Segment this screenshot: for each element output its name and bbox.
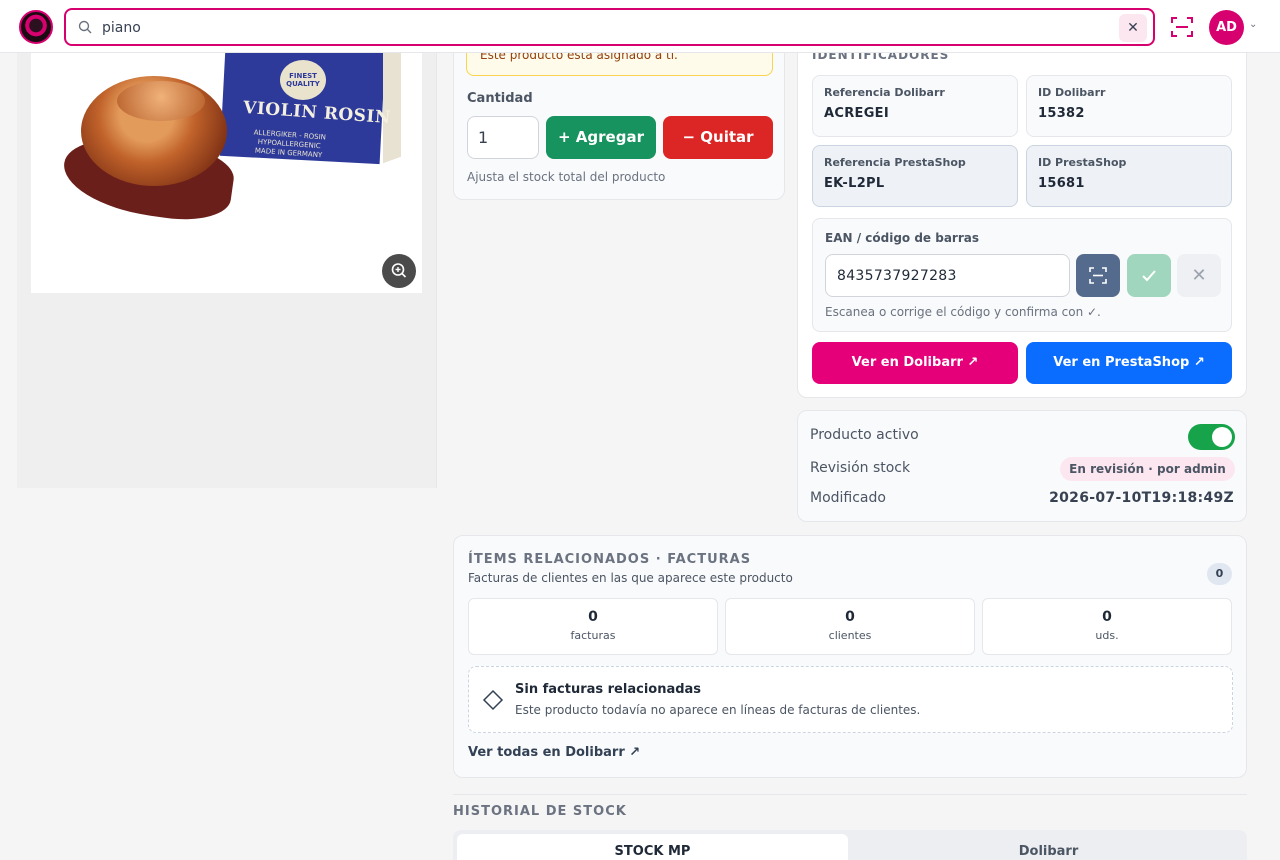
barcode-scan-icon bbox=[1089, 267, 1107, 284]
field-value: 15681 bbox=[1038, 176, 1085, 191]
identifiers-card: IDENTIFICADORES Referencia Dolibarr ACRE… bbox=[797, 20, 1247, 398]
review-status-badge: En revisión · por admin bbox=[1060, 457, 1235, 481]
divider bbox=[453, 794, 1247, 795]
related-title: ÍTEMS RELACIONADOS · FACTURAS bbox=[468, 552, 752, 567]
stat-value: 0 bbox=[588, 609, 598, 625]
add-stock-button[interactable]: + Agregar bbox=[546, 116, 656, 159]
check-icon bbox=[1142, 270, 1156, 282]
ean-scan-button[interactable] bbox=[1076, 254, 1120, 297]
quantity-label: Cantidad bbox=[467, 91, 533, 106]
dolibarr-id: ID Dolibarr 15382 bbox=[1026, 75, 1232, 137]
related-subtitle: Facturas de clientes en las que aparece … bbox=[468, 571, 793, 585]
search-icon bbox=[78, 20, 92, 34]
zoom-image-button[interactable] bbox=[382, 254, 416, 288]
product-image[interactable]: FINEST QUALITY VIOLIN ROSIN ALLERGIKER -… bbox=[31, 53, 422, 293]
empty-title: Sin facturas relacionadas bbox=[515, 682, 702, 697]
search-box[interactable]: ✕ bbox=[64, 8, 1155, 46]
prestashop-id: ID PrestaShop 15681 bbox=[1026, 145, 1232, 207]
tab-dolibarr[interactable]: Dolibarr bbox=[853, 834, 1244, 860]
ean-panel: EAN / código de barras ✕ Escanea o corri… bbox=[812, 218, 1232, 332]
prestashop-reference: Referencia PrestaShop EK-L2PL bbox=[812, 145, 1018, 207]
dolibarr-reference: Referencia Dolibarr ACREGEI bbox=[812, 75, 1018, 137]
stock-history-title: HISTORIAL DE STOCK bbox=[453, 804, 627, 819]
product-active-toggle[interactable] bbox=[1188, 424, 1235, 450]
tab-stock-mp[interactable]: STOCK MP bbox=[457, 834, 848, 860]
invoices-stat: 0 facturas bbox=[468, 598, 718, 655]
toggle-knob bbox=[1212, 427, 1232, 447]
quantity-input[interactable] bbox=[467, 116, 539, 159]
ean-input[interactable] bbox=[825, 254, 1070, 297]
field-value: EK-L2PL bbox=[824, 176, 885, 191]
box-subtitle: ALLERGIKER - ROSIN HYPOALLERGENIC MADE I… bbox=[253, 128, 327, 160]
field-label: Referencia Dolibarr bbox=[824, 86, 945, 99]
modified-label: Modificado bbox=[810, 490, 886, 506]
quantity-help: Ajusta el stock total del producto bbox=[467, 170, 666, 184]
zoom-in-icon bbox=[391, 263, 407, 278]
ean-help: Escanea o corrige el código y confirma c… bbox=[825, 305, 1101, 319]
ean-confirm-button[interactable] bbox=[1127, 254, 1171, 297]
modified-value: 2026-07-10T19:18:49Z bbox=[1049, 490, 1234, 506]
field-label: ID PrestaShop bbox=[1038, 156, 1127, 169]
active-label: Producto activo bbox=[810, 427, 919, 443]
stat-label: facturas bbox=[570, 629, 616, 642]
units-stat: 0 uds. bbox=[982, 598, 1232, 655]
empty-state: Sin facturas relacionadas Este producto … bbox=[468, 666, 1233, 733]
review-label: Revisión stock bbox=[810, 460, 911, 476]
field-value: 15382 bbox=[1038, 106, 1085, 121]
stock-history-tabs: STOCK MP Dolibarr bbox=[453, 830, 1247, 860]
box-seal: FINEST QUALITY bbox=[280, 60, 326, 100]
empty-text: Este producto todavía no aparece en líne… bbox=[515, 703, 921, 717]
stat-value: 0 bbox=[1102, 609, 1112, 625]
search-input[interactable] bbox=[102, 18, 1082, 38]
related-count-badge: 0 bbox=[1207, 563, 1232, 585]
rosin-cake-top-graphic bbox=[117, 81, 205, 121]
stat-value: 0 bbox=[845, 609, 855, 625]
product-status-card: Producto activo Revisión stock En revisi… bbox=[797, 410, 1247, 522]
view-in-dolibarr-button[interactable]: Ver en Dolibarr ↗ bbox=[812, 342, 1018, 384]
field-value: ACREGEI bbox=[824, 106, 889, 121]
view-in-prestashop-button[interactable]: Ver en PrestaShop ↗ bbox=[1026, 342, 1232, 384]
field-label: ID Dolibarr bbox=[1038, 86, 1106, 99]
related-invoices-card: ÍTEMS RELACIONADOS · FACTURAS Facturas d… bbox=[453, 535, 1247, 778]
stat-label: uds. bbox=[1095, 629, 1119, 642]
diamond-icon bbox=[482, 689, 504, 711]
user-avatar[interactable]: AD bbox=[1209, 10, 1244, 45]
top-bar: ✕ AD ⌄ bbox=[0, 0, 1280, 53]
clear-search-button[interactable]: ✕ bbox=[1119, 14, 1147, 42]
clients-stat: 0 clientes bbox=[725, 598, 975, 655]
remove-stock-button[interactable]: − Quitar bbox=[663, 116, 773, 159]
chevron-down-icon[interactable]: ⌄ bbox=[1249, 19, 1257, 30]
stat-label: clientes bbox=[828, 629, 872, 642]
barcode-scan-icon[interactable] bbox=[1170, 15, 1194, 39]
close-icon: ✕ bbox=[1191, 265, 1207, 286]
app-logo[interactable] bbox=[19, 10, 53, 44]
field-label: Referencia PrestaShop bbox=[824, 156, 966, 169]
product-image-panel: FINEST QUALITY VIOLIN ROSIN ALLERGIKER -… bbox=[17, 53, 437, 488]
ean-clear-button[interactable]: ✕ bbox=[1177, 254, 1221, 297]
view-all-in-dolibarr-link[interactable]: Ver todas en Dolibarr ↗ bbox=[468, 745, 640, 760]
ean-label: EAN / código de barras bbox=[825, 231, 980, 245]
